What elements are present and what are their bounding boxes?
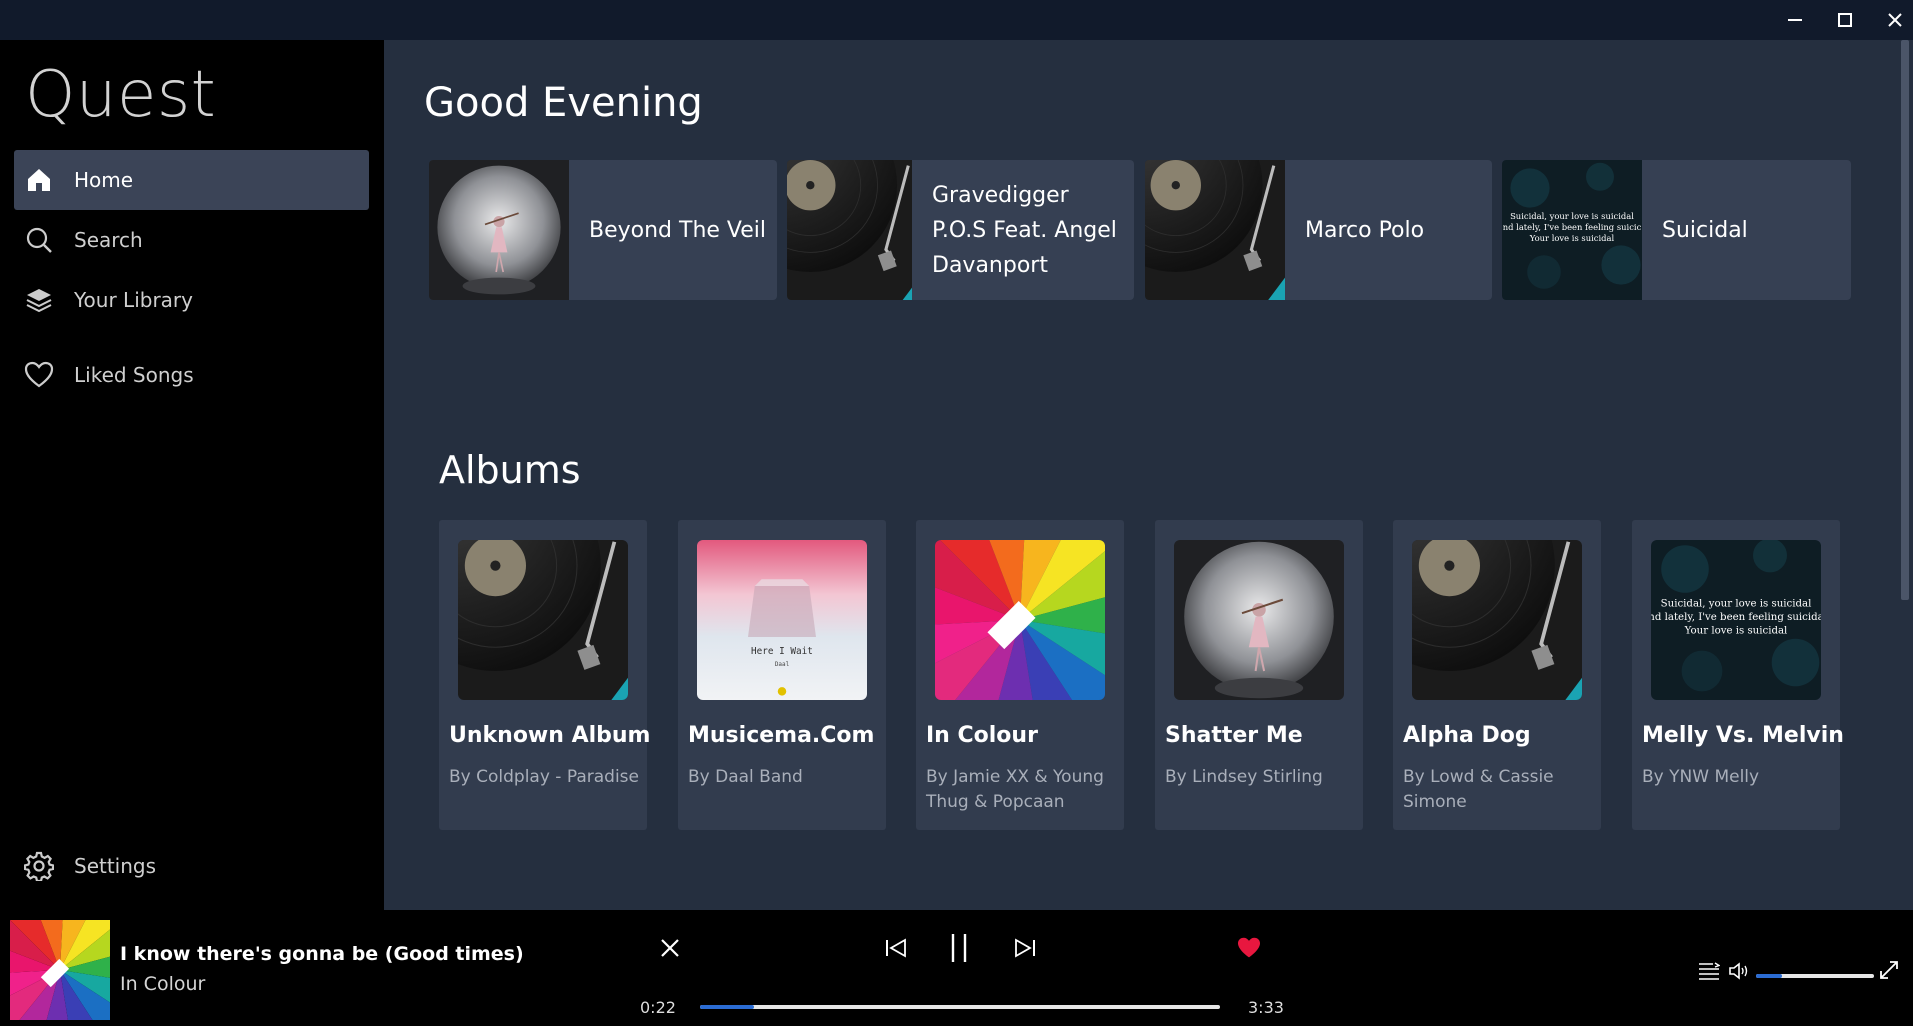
home-icon [14,150,64,210]
album-card[interactable]: Suicidal, your love is suicidal nd latel… [1632,520,1844,830]
albums-heading: Albums [439,448,581,492]
album-artist: By Coldplay - Paradise [449,767,639,787]
album-name: Unknown Album [449,723,651,748]
album-artist: By YNW Melly [1642,767,1760,787]
album-artist: By Jamie XX & Young Thug & Popcaan [926,767,1104,812]
sidebar-item-label: Home [74,168,134,192]
album-cover [1174,540,1344,700]
album-card[interactable]: Alpha Dog By Lowd & Cassie Simone [1393,520,1601,830]
album-card[interactable]: Unknown Album By Coldplay - Paradise [439,520,651,830]
quick-pick-card[interactable]: Gravedigger P.O.S Feat. Angel Davanport [787,160,1134,300]
fullscreen-button[interactable] [1876,957,1902,983]
quick-pick-card[interactable]: Suicidal, your love is suicidal nd latel… [1502,160,1851,300]
close-icon [1888,13,1902,27]
pause-button[interactable] [941,926,977,970]
album-art [429,160,569,300]
settings-button[interactable]: Settings [14,836,369,896]
album-cover [1412,540,1582,700]
queue-icon [1699,962,1720,980]
player-bar: I know there's gonna be (Good times) In … [0,910,1913,1026]
album-artist: By Daal Band [688,767,803,787]
sidebar-item-home[interactable]: Home [14,150,369,210]
pause-icon [951,934,967,962]
quick-pick-title: Marco Polo [1305,217,1425,243]
like-button[interactable] [1231,930,1267,966]
maximize-icon [1838,13,1852,27]
quick-pick-card[interactable]: Marco Polo [1145,160,1492,300]
speaker-icon [1729,962,1748,980]
album-name: Melly Vs. Melvin [1642,723,1844,748]
main-content: Good Evening Beyond The Veil Gravedigger… [384,40,1913,910]
album-art [787,160,920,300]
album-card[interactable]: Here I Wait Daal Musicema.Com By Daal Ba… [678,520,886,830]
svg-text:nd lately, I've been feeling s: nd lately, I've been feeling suicic [1503,222,1642,232]
svg-text:Here I Wait: Here I Wait [751,646,813,657]
expand-icon [1880,961,1898,979]
previous-button[interactable] [878,930,914,966]
now-playing-title: I know there's gonna be (Good times) [120,943,524,965]
album-name: In Colour [926,723,1038,748]
quick-pick-title: Beyond The Veil [589,217,767,243]
next-button[interactable] [1007,930,1043,966]
now-playing-album: In Colour [120,973,206,995]
album-art: Suicidal, your love is suicidal nd latel… [1502,160,1642,300]
library-icon [14,270,64,330]
sidebar-item-label: Liked Songs [74,363,194,387]
volume-slider[interactable] [1756,974,1874,978]
sidebar-item-label: Your Library [74,288,193,312]
sidebar-item-label: Search [74,228,143,252]
svg-text:Your love is suicidal: Your love is suicidal [1684,626,1788,637]
maximize-button[interactable] [1820,0,1870,40]
sidebar-item-liked-songs[interactable]: Liked Songs [14,345,369,405]
album-cover [458,540,628,700]
svg-text:Daal: Daal [775,661,789,668]
progress-slider[interactable] [700,1005,1220,1009]
total-duration: 3:33 [1248,998,1284,1017]
elapsed-time: 0:22 [640,998,676,1017]
album-art [1145,160,1285,300]
quick-pick-title: Gravedigger P.O.S Feat. Angel Davanport [932,182,1117,278]
album-name: Musicema.Com [688,723,875,748]
app-title: Quest [25,58,217,132]
progress-fill [700,1005,754,1009]
queue-button[interactable] [1696,958,1722,984]
volume-fill [1756,974,1782,978]
album-cover: Here I Wait Daal [697,540,867,700]
svg-text:Suicidal, your love is suicida: Suicidal, your love is suicidal [1510,211,1634,221]
quick-pick-card[interactable]: Beyond The Veil [429,160,777,300]
svg-text:Suicidal, your love is suicida: Suicidal, your love is suicidal [1661,598,1812,609]
minimize-icon [1788,19,1802,21]
svg-text:Your love is suicidal: Your love is suicidal [1529,233,1615,243]
skip-next-icon [1015,938,1035,958]
album-artist: By Lowd & Cassie Simone [1403,767,1554,812]
settings-label: Settings [74,854,157,878]
greeting-heading: Good Evening [424,80,703,126]
sidebar-item-search[interactable]: Search [14,210,369,270]
close-button[interactable] [1870,0,1913,40]
heart-filled-icon [1238,937,1260,958]
sidebar: Quest Home Search Your Library Liked Son… [0,40,384,910]
album-cover [935,540,1105,700]
scrollbar[interactable] [1895,40,1913,910]
minimize-button[interactable] [1770,0,1820,40]
heart-icon [14,345,64,405]
search-icon [14,210,64,270]
skip-previous-icon [886,938,906,958]
quick-pick-title: Suicidal [1662,217,1748,243]
album-name: Shatter Me [1165,723,1303,748]
volume-button[interactable] [1726,958,1752,984]
album-artist: By Lindsey Stirling [1165,767,1323,787]
now-playing-cover [10,920,110,1020]
shuffle-close-button[interactable] [652,930,688,966]
scrollbar-thumb[interactable] [1901,40,1909,600]
svg-text:nd lately, I've been feeling s: nd lately, I've been feeling suicida [1651,612,1821,623]
album-cover: Suicidal, your love is suicidal nd latel… [1651,540,1821,700]
gear-icon [14,836,64,896]
album-card[interactable]: Shatter Me By Lindsey Stirling [1155,520,1363,830]
album-card[interactable]: In Colour By Jamie XX & Young Thug & Pop… [916,520,1124,830]
album-name: Alpha Dog [1403,723,1531,748]
sidebar-item-library[interactable]: Your Library [14,270,369,330]
close-icon [661,939,679,957]
title-bar [0,0,1913,40]
